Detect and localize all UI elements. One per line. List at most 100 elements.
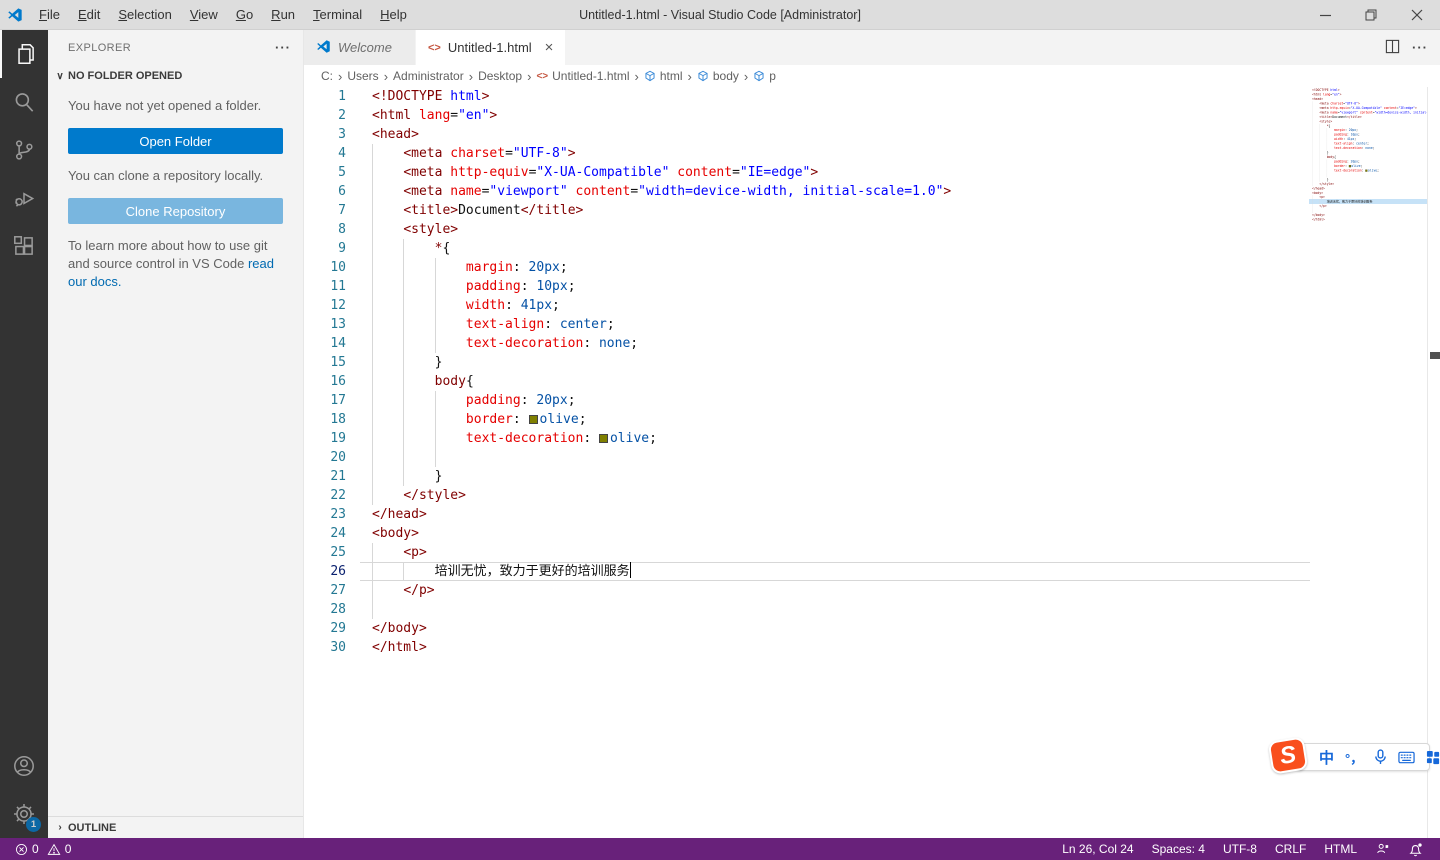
ime-keyboard-icon[interactable] bbox=[1398, 751, 1415, 764]
code-line-27[interactable]: 27 </p> bbox=[304, 581, 951, 600]
code-line-7[interactable]: 7 <title>Document</title> bbox=[304, 201, 951, 220]
git-help-text: To learn more about how to use git and s… bbox=[68, 237, 283, 291]
menu-selection[interactable]: Selection bbox=[109, 0, 180, 30]
search-icon[interactable] bbox=[0, 78, 48, 126]
breadcrumb-separator: › bbox=[688, 69, 692, 84]
code-line-12[interactable]: 12 width: 41px; bbox=[304, 296, 951, 315]
accounts-icon[interactable] bbox=[0, 742, 48, 790]
menu-help[interactable]: Help bbox=[371, 0, 416, 30]
ime-toolbox-icon[interactable] bbox=[1426, 750, 1440, 765]
run-and-debug-icon[interactable] bbox=[0, 174, 48, 222]
explorer-icon[interactable] bbox=[0, 30, 48, 78]
explorer-sidebar: EXPLORER ··· ∨ NO FOLDER OPENED You have… bbox=[48, 30, 304, 838]
line-number: 10 bbox=[304, 258, 346, 277]
code-line-19[interactable]: 19 text-decoration: olive; bbox=[304, 429, 951, 448]
code-line-22[interactable]: 22 </style> bbox=[304, 486, 951, 505]
code-line-28[interactable]: 28 bbox=[304, 600, 951, 619]
breadcrumb-item-desktop[interactable]: Desktop bbox=[478, 69, 522, 83]
outline-section[interactable]: › OUTLINE bbox=[48, 816, 303, 838]
menu-edit[interactable]: Edit bbox=[69, 0, 109, 30]
notifications-bell-icon[interactable] bbox=[1399, 838, 1432, 860]
overview-ruler[interactable] bbox=[1427, 87, 1440, 838]
code-line-6[interactable]: 6 <meta name="viewport" content="width=d… bbox=[304, 182, 951, 201]
code-line-24[interactable]: 24<body> bbox=[304, 524, 951, 543]
source-control-icon[interactable] bbox=[0, 126, 48, 174]
menu-view[interactable]: View bbox=[181, 0, 227, 30]
code-line-29[interactable]: 29</body> bbox=[304, 619, 951, 638]
color-swatch-olive[interactable] bbox=[599, 434, 608, 443]
tab-untitled-1-html[interactable]: <>Untitled-1.html× bbox=[416, 30, 566, 65]
code-line-1[interactable]: 1<!DOCTYPE html> bbox=[304, 87, 951, 106]
breadcrumb-item-body[interactable]: body bbox=[697, 69, 739, 83]
code-line-21[interactable]: 21 } bbox=[304, 467, 951, 486]
clone-repository-button[interactable]: Clone Repository bbox=[68, 198, 283, 224]
indent-guide bbox=[372, 391, 373, 410]
status-utf-8[interactable]: UTF-8 bbox=[1214, 838, 1266, 860]
code-line-20[interactable]: 20 bbox=[304, 448, 951, 467]
minimize-button[interactable] bbox=[1302, 0, 1348, 30]
code-line-9[interactable]: 9 *{ bbox=[304, 239, 951, 258]
menu-terminal[interactable]: Terminal bbox=[304, 0, 371, 30]
line-number: 1 bbox=[304, 87, 346, 106]
tab-label: Untitled-1.html bbox=[448, 40, 532, 55]
breadcrumb-item-p[interactable]: p bbox=[753, 69, 776, 83]
status-ln-26-col-24[interactable]: Ln 26, Col 24 bbox=[1053, 838, 1142, 860]
breadcrumb-item-c-[interactable]: C: bbox=[321, 69, 333, 83]
menu-run[interactable]: Run bbox=[262, 0, 304, 30]
status-spaces-4[interactable]: Spaces: 4 bbox=[1143, 838, 1214, 860]
code-line-10[interactable]: 10 margin: 20px; bbox=[304, 258, 951, 277]
breadcrumb-item-administrator[interactable]: Administrator bbox=[393, 69, 464, 83]
ime-microphone-icon[interactable] bbox=[1374, 749, 1387, 765]
indent-guide bbox=[372, 543, 373, 562]
split-editor-icon[interactable] bbox=[1385, 39, 1400, 57]
menu-go[interactable]: Go bbox=[227, 0, 262, 30]
indent-guide bbox=[372, 201, 373, 220]
restore-button[interactable] bbox=[1348, 0, 1394, 30]
open-folder-button[interactable]: Open Folder bbox=[68, 128, 283, 154]
menu-file[interactable]: File bbox=[30, 0, 69, 30]
line-number: 9 bbox=[304, 239, 346, 258]
code-line-23[interactable]: 23</head> bbox=[304, 505, 951, 524]
breadcrumb-item-html[interactable]: html bbox=[644, 69, 683, 83]
sogou-logo[interactable]: S bbox=[1268, 736, 1309, 774]
code-line-16[interactable]: 16 body{ bbox=[304, 372, 951, 391]
code-line-4[interactable]: 4 <meta charset="UTF-8"> bbox=[304, 144, 951, 163]
editor-more-actions[interactable]: ··· bbox=[1412, 40, 1428, 55]
extensions-icon[interactable] bbox=[0, 222, 48, 270]
code-line-13[interactable]: 13 text-align: center; bbox=[304, 315, 951, 334]
section-no-folder-opened[interactable]: ∨ NO FOLDER OPENED bbox=[48, 65, 303, 87]
indent-guide bbox=[372, 182, 373, 201]
code-line-8[interactable]: 8 <style> bbox=[304, 220, 951, 239]
explorer-more-actions[interactable]: ··· bbox=[275, 40, 291, 55]
code-line-15[interactable]: 15 } bbox=[304, 353, 951, 372]
minimap[interactable]: <!DOCTYPE html><html lang="en"><head> <m… bbox=[1309, 87, 1427, 838]
code-line-25[interactable]: 25 <p> bbox=[304, 543, 951, 562]
ime-chinese-mode[interactable]: 中 bbox=[1319, 747, 1334, 768]
settings-badge: 1 bbox=[26, 817, 41, 832]
code-line-14[interactable]: 14 text-decoration: none; bbox=[304, 334, 951, 353]
code-editor[interactable]: 1<!DOCTYPE html>2<html lang="en">3<head>… bbox=[304, 87, 1440, 838]
code-line-30[interactable]: 30</html> bbox=[304, 638, 951, 657]
line-number: 11 bbox=[304, 277, 346, 296]
code-line-2[interactable]: 2<html lang="en"> bbox=[304, 106, 951, 125]
indent-guide bbox=[435, 429, 436, 448]
problems-status[interactable]: 0 0 bbox=[10, 838, 76, 860]
code-line-3[interactable]: 3<head> bbox=[304, 125, 951, 144]
code-line-5[interactable]: 5 <meta http-equiv="X-UA-Compatible" con… bbox=[304, 163, 951, 182]
line-number: 22 bbox=[304, 486, 346, 505]
settings-gear-icon[interactable]: 1 bbox=[0, 790, 48, 838]
code-line-11[interactable]: 11 padding: 10px; bbox=[304, 277, 951, 296]
tab-welcome[interactable]: Welcome bbox=[304, 30, 416, 65]
ime-punctuation-mode[interactable]: °， bbox=[1345, 748, 1363, 767]
code-line-18[interactable]: 18 border: olive; bbox=[304, 410, 951, 429]
status-html[interactable]: HTML bbox=[1315, 838, 1366, 860]
code-line-26[interactable]: 26 培训无忧，致力于更好的培训服务 bbox=[304, 562, 951, 581]
close-button[interactable] bbox=[1394, 0, 1440, 30]
tab-close-icon[interactable]: × bbox=[545, 40, 554, 55]
breadcrumb-item-untitled-1-html[interactable]: <>Untitled-1.html bbox=[536, 69, 629, 83]
feedback-icon[interactable] bbox=[1366, 838, 1399, 860]
breadcrumb-item-users[interactable]: Users bbox=[347, 69, 378, 83]
code-line-17[interactable]: 17 padding: 20px; bbox=[304, 391, 951, 410]
color-swatch-olive[interactable] bbox=[529, 415, 538, 424]
status-crlf[interactable]: CRLF bbox=[1266, 838, 1315, 860]
